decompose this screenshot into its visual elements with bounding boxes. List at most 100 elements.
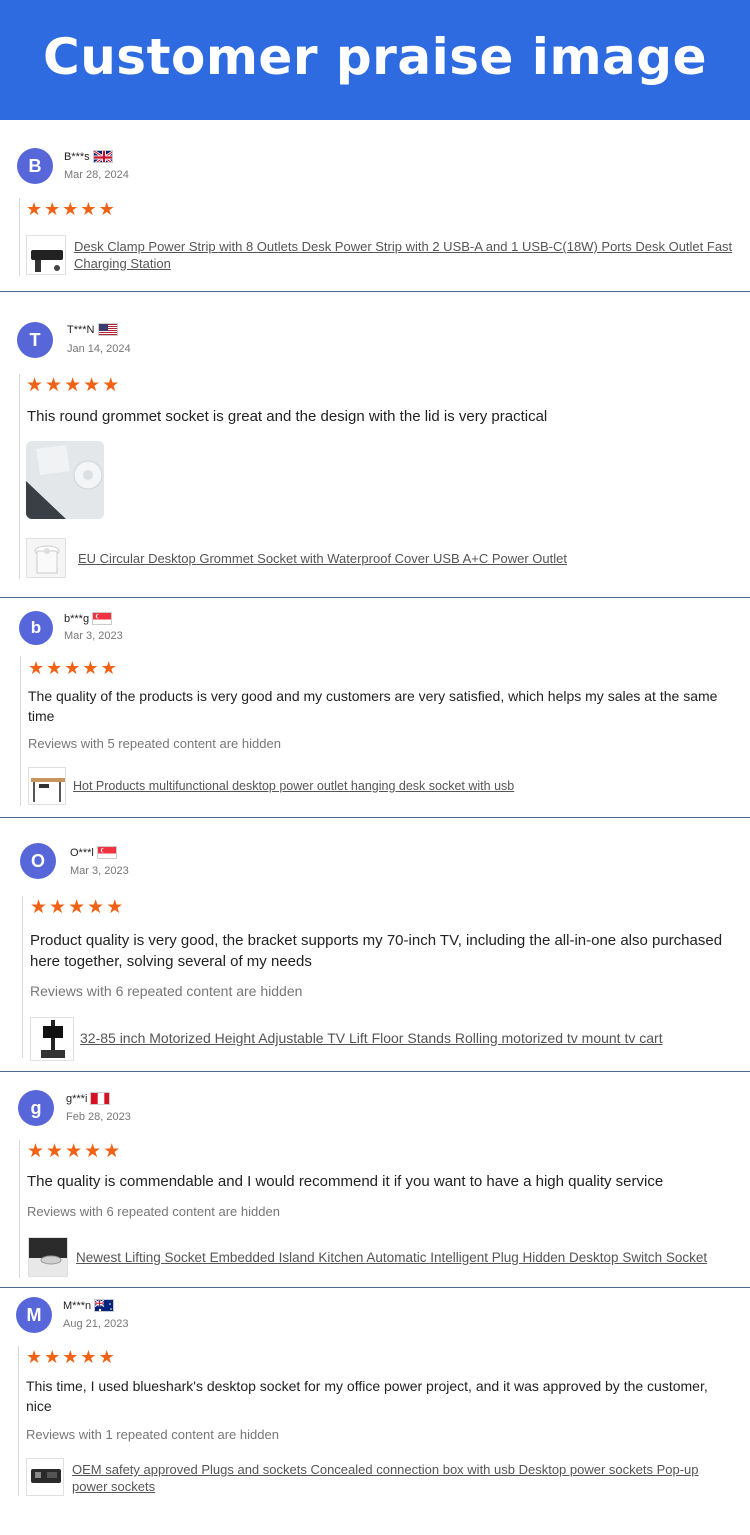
star-icon: ★ xyxy=(80,199,97,219)
review-date: Mar 3, 2023 xyxy=(70,865,129,877)
star-icon: ★ xyxy=(102,375,120,396)
reviewer-name-text: b***g xyxy=(64,612,90,625)
united-kingdom-flag-icon xyxy=(92,150,113,163)
rating-stars: ★ ★ ★ ★ ★ xyxy=(26,1348,115,1366)
star-icon: ★ xyxy=(45,375,63,396)
review-body-line xyxy=(20,656,21,806)
reviewer-name: O***l xyxy=(70,846,117,859)
star-icon: ★ xyxy=(28,658,45,678)
product-thumbnail[interactable] xyxy=(28,767,66,805)
star-icon: ★ xyxy=(82,658,99,678)
peru-flag-icon xyxy=(90,1092,111,1105)
avatar: T xyxy=(17,322,53,358)
review-body-line xyxy=(19,198,20,276)
review-divider xyxy=(0,1071,750,1072)
star-icon: ★ xyxy=(87,897,105,918)
avatar: O xyxy=(20,843,56,879)
review-body-line xyxy=(19,374,20,579)
reviewer-name: T***N xyxy=(67,323,118,336)
review-divider xyxy=(0,817,750,818)
review-divider xyxy=(0,597,750,598)
reviewer-name-text: O***l xyxy=(70,846,94,859)
star-icon: ★ xyxy=(26,1347,43,1367)
reviewer-name: b***g xyxy=(64,612,113,625)
avatar: b xyxy=(19,611,53,645)
rating-stars: ★ ★ ★ ★ ★ xyxy=(27,1142,120,1161)
star-icon: ★ xyxy=(100,658,117,678)
hidden-reviews-note: Reviews with 5 repeated content are hidd… xyxy=(28,736,281,751)
hidden-reviews-note: Reviews with 6 repeated content are hidd… xyxy=(30,983,303,999)
star-icon: ★ xyxy=(44,1347,61,1367)
product-thumbnail[interactable] xyxy=(30,1017,74,1061)
review-text: This round grommet socket is great and t… xyxy=(27,408,548,425)
review-body-line xyxy=(18,1346,19,1496)
star-icon: ★ xyxy=(84,1141,102,1162)
star-icon: ★ xyxy=(30,897,48,918)
review-text: Product quality is very good, the bracke… xyxy=(30,932,723,970)
star-icon: ★ xyxy=(46,1141,64,1162)
review-text: This time, I used blueshark's desktop so… xyxy=(26,1378,708,1414)
star-icon: ★ xyxy=(98,1347,115,1367)
united-states-flag-icon xyxy=(97,323,118,336)
review-body-line xyxy=(19,1140,20,1278)
reviewer-name-text: M***n xyxy=(63,1299,92,1312)
reviewer-name-text: T***N xyxy=(67,323,95,336)
star-icon: ★ xyxy=(62,199,79,219)
product-link[interactable]: Newest Lifting Socket Embedded Island Ki… xyxy=(76,1249,741,1266)
star-icon: ★ xyxy=(65,1141,83,1162)
star-icon: ★ xyxy=(46,658,63,678)
product-thumbnail[interactable] xyxy=(26,538,66,578)
star-icon: ★ xyxy=(80,1347,97,1367)
review-divider xyxy=(0,291,750,292)
star-icon: ★ xyxy=(83,375,101,396)
star-icon: ★ xyxy=(64,658,81,678)
reviewer-name-text: g***i xyxy=(66,1092,88,1105)
star-icon: ★ xyxy=(62,1347,79,1367)
product-thumbnail[interactable] xyxy=(26,1458,64,1496)
review-text: The quality of the products is very good… xyxy=(28,688,718,724)
product-link[interactable]: EU Circular Desktop Grommet Socket with … xyxy=(78,550,738,567)
star-icon: ★ xyxy=(27,1141,45,1162)
hidden-reviews-note: Reviews with 1 repeated content are hidd… xyxy=(26,1427,279,1442)
reviewer-name: M***n xyxy=(63,1299,115,1312)
star-icon: ★ xyxy=(26,375,44,396)
avatar: g xyxy=(18,1090,54,1126)
review-divider xyxy=(0,1287,750,1288)
review-date: Feb 28, 2023 xyxy=(66,1111,131,1123)
reviewer-name: g***i xyxy=(66,1092,111,1105)
rating-stars: ★ ★ ★ ★ ★ xyxy=(28,659,117,677)
rating-stars: ★ ★ ★ ★ ★ xyxy=(26,376,119,395)
singapore-flag-icon xyxy=(92,612,113,625)
reviewer-name: B***s xyxy=(64,150,113,163)
rating-stars: ★ ★ ★ ★ ★ xyxy=(26,200,115,218)
star-icon: ★ xyxy=(98,199,115,219)
rating-stars: ★ ★ ★ ★ ★ xyxy=(30,898,123,917)
review-date: Mar 3, 2023 xyxy=(64,630,123,642)
review-date: Jan 14, 2024 xyxy=(67,343,131,355)
review-photo[interactable] xyxy=(26,441,104,519)
hidden-reviews-note: Reviews with 6 repeated content are hidd… xyxy=(27,1204,280,1219)
star-icon: ★ xyxy=(68,897,86,918)
star-icon: ★ xyxy=(64,375,82,396)
review-body-line xyxy=(22,896,23,1058)
star-icon: ★ xyxy=(103,1141,121,1162)
product-thumbnail[interactable] xyxy=(26,235,66,275)
product-link[interactable]: Desk Clamp Power Strip with 8 Outlets De… xyxy=(74,238,738,272)
review-text: The quality is commendable and I would r… xyxy=(27,1173,664,1190)
product-thumbnail[interactable] xyxy=(28,1237,68,1277)
page-title: Customer praise image xyxy=(43,28,707,86)
australia-flag-icon xyxy=(94,1299,115,1312)
star-icon: ★ xyxy=(49,897,67,918)
header-banner: Customer praise image xyxy=(0,0,750,120)
avatar: B xyxy=(17,148,53,184)
star-icon: ★ xyxy=(44,199,61,219)
review-date: Aug 21, 2023 xyxy=(63,1318,129,1330)
product-link[interactable]: 32-85 inch Motorized Height Adjustable T… xyxy=(80,1030,740,1047)
reviewer-name-text: B***s xyxy=(64,150,90,163)
star-icon: ★ xyxy=(106,897,124,918)
avatar: M xyxy=(16,1297,52,1333)
product-link[interactable]: Hot Products multifunctional desktop pow… xyxy=(73,778,733,795)
singapore-flag-icon xyxy=(96,846,117,859)
product-link[interactable]: OEM safety approved Plugs and sockets Co… xyxy=(72,1461,737,1495)
review-date: Mar 28, 2024 xyxy=(64,169,129,181)
